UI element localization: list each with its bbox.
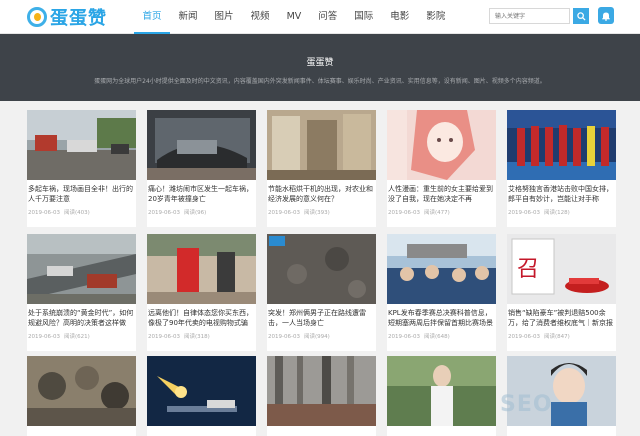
news-thumbnail[interactable] <box>387 356 496 426</box>
news-card[interactable]: 远离他们！自律体态您你买东西，像极了90年代卖的电视购物式骗局 2019-06-… <box>147 234 256 351</box>
news-card[interactable]: KPL发布春季赛总决赛科普信息，短期塞两周后拌保留首期比赛场景 2019-06-… <box>387 234 496 351</box>
search-icon <box>576 11 586 21</box>
news-thumbnail[interactable] <box>267 110 376 180</box>
news-card[interactable]: 艾格努独言香港站击败中国女排，郎平自有妙计，岂能让对手称 2019-06-03 阅… <box>507 110 616 227</box>
news-card[interactable]: 多起车祸，现场画目全非！出行的人千万要注意 2019-06-03 阅读(403) <box>27 110 136 227</box>
news-views: 阅读(128) <box>543 210 570 216</box>
news-card[interactable] <box>27 356 136 436</box>
news-title[interactable]: 痛心！潍坊闹市区发生一起车祸，20岁青年被撞身亡 <box>148 184 254 204</box>
news-title[interactable]: 多起车祸，现场画目全非！出行的人千万要注意 <box>28 184 134 204</box>
svg-text:召: 召 <box>517 257 539 282</box>
nav-item-mv[interactable]: MV <box>278 0 310 34</box>
news-date: 2019-06-03 <box>268 210 300 216</box>
news-date: 2019-06-03 <box>508 334 540 340</box>
news-thumbnail[interactable] <box>27 356 136 426</box>
search-input[interactable] <box>489 8 570 24</box>
news-views: 阅读(648) <box>423 334 450 340</box>
news-date: 2019-06-03 <box>148 210 180 216</box>
banner-description: 蛋蛋网为全球用户24小时提供全面及时的中文资讯，内容覆盖国内外突发新闻事件、体坛… <box>94 78 546 85</box>
news-meta: 2019-06-03 阅读(403) <box>28 208 136 216</box>
news-title[interactable]: KPL发布春季赛总决赛科普信息，短期塞两周后拌保留首期比赛场景 <box>388 308 494 328</box>
news-meta: 2019-06-03 阅读(318) <box>148 332 256 340</box>
news-thumbnail[interactable] <box>147 356 256 426</box>
news-meta: 2019-06-03 阅读(96) <box>148 208 256 216</box>
news-meta: 2019-06-03 阅读(994) <box>268 332 376 340</box>
news-meta: 2019-06-03 阅读(648) <box>388 332 496 340</box>
nav-item-news[interactable]: 新闻 <box>170 0 206 34</box>
egg-logo-icon <box>27 7 47 27</box>
news-thumbnail[interactable] <box>267 234 376 304</box>
news-date: 2019-06-03 <box>388 210 420 216</box>
nav-item-cinema[interactable]: 影院 <box>418 0 454 34</box>
news-thumbnail[interactable]: 召 <box>507 234 616 304</box>
news-date: 2019-06-03 <box>28 210 60 216</box>
news-date: 2019-06-03 <box>388 334 420 340</box>
news-title[interactable]: 处于系统崩溃的“黄金时代”，如何规避风险？高明的决策者这样做 <box>28 308 134 328</box>
news-card[interactable]: 突发！郑州俩男子正在路线遭雷击，一人当场身亡 2019-06-03 阅读(994) <box>267 234 376 351</box>
brand-name: 蛋蛋赞 <box>50 8 107 29</box>
news-title[interactable]: 节能水稻烘干机的出现，对农业和经济发展的意义何在？ <box>268 184 374 204</box>
news-thumbnail[interactable] <box>507 110 616 180</box>
watermark: SEO <box>500 392 553 417</box>
news-card[interactable] <box>267 356 376 436</box>
news-title[interactable]: 突发！郑州俩男子正在路线遭雷击，一人当场身亡 <box>268 308 374 328</box>
nav-item-video[interactable]: 视频 <box>242 0 278 34</box>
brand-logo[interactable]: 蛋蛋赞 <box>27 5 107 29</box>
news-meta: 2019-06-03 阅读(847) <box>508 332 616 340</box>
news-card[interactable]: 痛心！潍坊闹市区发生一起车祸，20岁青年被撞身亡 2019-06-03 阅读(96… <box>147 110 256 227</box>
news-title[interactable]: 人性漫画：重生前的女主要给爱到没了自我，现在她决定不再 <box>388 184 494 204</box>
news-card[interactable]: 处于系统崩溃的“黄金时代”，如何规避风险？高明的决策者这样做 2019-06-0… <box>27 234 136 351</box>
news-thumbnail[interactable] <box>27 234 136 304</box>
news-title[interactable]: 远离他们！自律体态您你买东西，像极了90年代卖的电视购物式骗局 <box>148 308 254 328</box>
news-views: 阅读(393) <box>303 210 330 216</box>
news-card[interactable] <box>147 356 256 436</box>
news-date: 2019-06-03 <box>28 334 60 340</box>
news-views: 阅读(994) <box>303 334 330 340</box>
news-thumbnail[interactable] <box>387 234 496 304</box>
bell-icon <box>602 12 610 21</box>
news-date: 2019-06-03 <box>508 210 540 216</box>
nav-item-qa[interactable]: 问答 <box>310 0 346 34</box>
news-card[interactable]: 人性漫画：重生前的女主要给爱到没了自我，现在她决定不再 2019-06-03 阅读… <box>387 110 496 227</box>
news-views: 阅读(847) <box>543 334 570 340</box>
news-title[interactable]: 销售“缺陷豪车”被判退赔500余万，给了消费者维权底气｜新京报 <box>508 308 614 328</box>
site-banner: 蛋蛋赞 蛋蛋网为全球用户24小时提供全面及时的中文资讯，内容覆盖国内外突发新闻事… <box>0 34 640 101</box>
banner-title: 蛋蛋赞 <box>306 58 334 68</box>
news-views: 阅读(318) <box>183 334 210 340</box>
news-date: 2019-06-03 <box>148 334 180 340</box>
nav-item-international[interactable]: 国际 <box>346 0 382 34</box>
top-bar: 蛋蛋赞 首页 新闻 图片 视频 MV 问答 国际 电影 影院 <box>0 0 640 34</box>
search-button[interactable] <box>573 8 589 24</box>
nav-item-images[interactable]: 图片 <box>206 0 242 34</box>
news-meta: 2019-06-03 阅读(393) <box>268 208 376 216</box>
news-card[interactable] <box>387 356 496 436</box>
news-meta: 2019-06-03 阅读(477) <box>388 208 496 216</box>
news-thumbnail[interactable] <box>387 110 496 180</box>
main-nav: 首页 新闻 图片 视频 MV 问答 国际 电影 影院 <box>134 0 454 34</box>
news-thumbnail[interactable] <box>27 110 136 180</box>
notification-button[interactable] <box>598 7 614 24</box>
news-views: 阅读(477) <box>423 210 450 216</box>
news-card[interactable]: 召 销售“缺陷豪车”被判退赔500余万，给了消费者维权底气｜新京报 2019-0… <box>507 234 616 351</box>
nav-item-movies[interactable]: 电影 <box>382 0 418 34</box>
news-thumbnail[interactable] <box>147 110 256 180</box>
news-title[interactable]: 艾格努独言香港站击败中国女排，郎平自有妙计，岂能让对手称 <box>508 184 614 204</box>
news-views: 阅读(621) <box>63 334 90 340</box>
nav-item-home[interactable]: 首页 <box>134 0 171 34</box>
news-date: 2019-06-03 <box>268 334 300 340</box>
news-views: 阅读(403) <box>63 210 90 216</box>
news-views: 阅读(96) <box>183 210 207 216</box>
news-card[interactable]: 节能水稻烘干机的出现，对农业和经济发展的意义何在？ 2019-06-03 阅读(3… <box>267 110 376 227</box>
news-meta: 2019-06-03 阅读(621) <box>28 332 136 340</box>
news-thumbnail[interactable] <box>147 234 256 304</box>
news-thumbnail[interactable] <box>267 356 376 426</box>
news-meta: 2019-06-03 阅读(128) <box>508 208 616 216</box>
